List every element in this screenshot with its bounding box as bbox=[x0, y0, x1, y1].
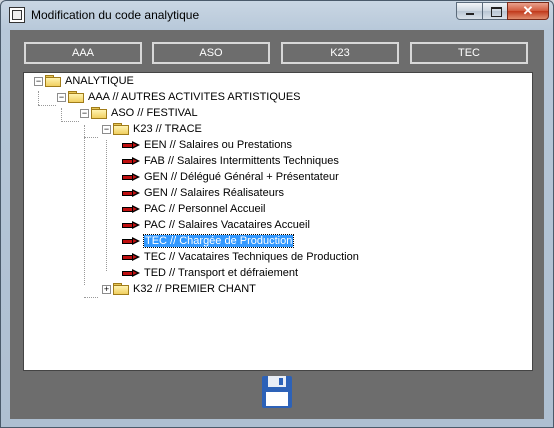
red-arrow-icon bbox=[122, 221, 141, 230]
tree-item[interactable]: PAC // Salaires Vacataires Accueil bbox=[144, 217, 310, 233]
close-button[interactable]: ✕ bbox=[507, 2, 549, 20]
tab-tec[interactable]: TEC bbox=[410, 42, 528, 64]
tree-item[interactable]: FAB // Salaires Intermittents Techniques bbox=[144, 153, 339, 169]
aaa-expander[interactable]: − bbox=[57, 93, 66, 102]
folder-open-icon bbox=[91, 107, 108, 120]
tree-item[interactable]: TED // Transport et défraiement bbox=[144, 265, 298, 281]
folder-open-icon bbox=[68, 91, 85, 104]
tree-item[interactable]: GEN // Salaires Réalisateurs bbox=[144, 185, 284, 201]
minimize-button[interactable] bbox=[456, 2, 483, 20]
title-bar[interactable]: Modification du code analytique ✕ bbox=[1, 1, 553, 30]
tree-node-k23[interactable]: K23 // TRACE bbox=[133, 121, 202, 137]
red-arrow-icon bbox=[122, 269, 141, 278]
analytic-tree[interactable]: − ANALYTIQUE − AAA // AUTRES ACTIVITES A… bbox=[23, 72, 533, 371]
folder-open-icon bbox=[113, 123, 130, 136]
folder-closed-icon bbox=[113, 283, 130, 296]
tree-item[interactable]: EEN // Salaires ou Prestations bbox=[144, 137, 292, 153]
close-icon: ✕ bbox=[522, 3, 534, 18]
red-arrow-icon bbox=[122, 205, 141, 214]
app-icon bbox=[9, 7, 25, 23]
tree-node-analytique[interactable]: ANALYTIQUE bbox=[65, 73, 134, 89]
tree-node-k32[interactable]: K32 // PREMIER CHANT bbox=[133, 281, 256, 297]
tab-aso[interactable]: ASO bbox=[152, 42, 270, 64]
tree-item[interactable]: PAC // Personnel Accueil bbox=[144, 201, 265, 217]
tree-item[interactable]: GEN // Délégué Général + Présentateur bbox=[144, 169, 339, 185]
red-arrow-icon bbox=[122, 173, 141, 182]
folder-open-icon bbox=[45, 75, 62, 88]
red-arrow-icon bbox=[122, 157, 141, 166]
red-arrow-icon bbox=[122, 253, 141, 262]
dialog-window: Modification du code analytique ✕ AAA AS… bbox=[0, 0, 554, 428]
tab-k23[interactable]: K23 bbox=[281, 42, 399, 64]
maximize-button[interactable] bbox=[482, 2, 508, 20]
tab-aaa[interactable]: AAA bbox=[24, 42, 142, 64]
k23-expander[interactable]: − bbox=[102, 125, 111, 134]
k32-expander[interactable]: + bbox=[102, 285, 111, 294]
save-button[interactable] bbox=[262, 376, 292, 408]
red-arrow-icon bbox=[122, 237, 141, 246]
tree-node-aso[interactable]: ASO // FESTIVAL bbox=[111, 105, 198, 121]
red-arrow-icon bbox=[122, 141, 141, 150]
tree-node-aaa[interactable]: AAA // AUTRES ACTIVITES ARTISTIQUES bbox=[88, 89, 301, 105]
red-arrow-icon bbox=[122, 189, 141, 198]
tree-item[interactable]: TEC // Vacataires Techniques de Producti… bbox=[144, 249, 359, 265]
client-area: AAA ASO K23 TEC − ANALYTIQUE − AAA // AU… bbox=[10, 30, 544, 419]
window-title: Modification du code analytique bbox=[31, 8, 200, 22]
aso-expander[interactable]: − bbox=[80, 109, 89, 118]
tree-item-selected[interactable]: TEC // Chargée de Production bbox=[142, 233, 295, 249]
floppy-disk-icon bbox=[262, 376, 292, 408]
root-expander[interactable]: − bbox=[34, 77, 43, 86]
